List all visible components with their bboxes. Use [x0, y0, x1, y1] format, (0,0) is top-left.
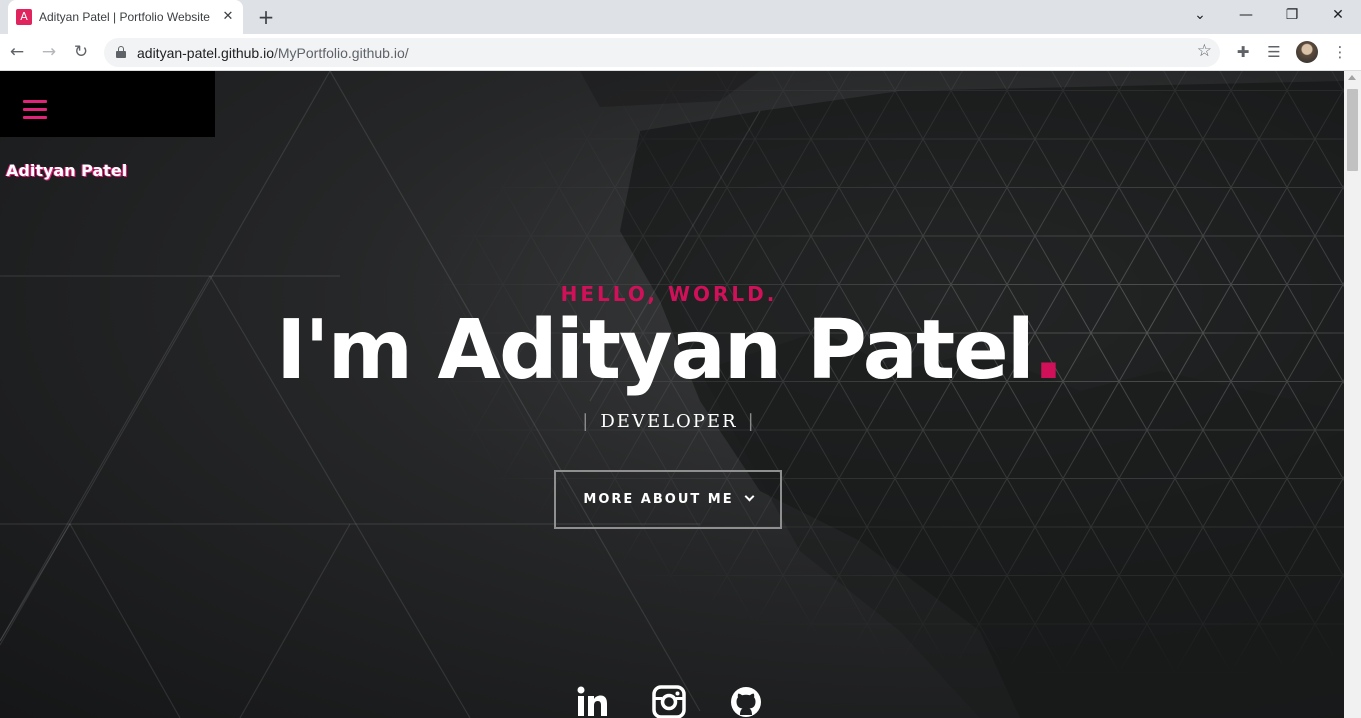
bookmark-star-icon[interactable]: ☆	[1197, 41, 1212, 61]
scroll-up-arrow-icon[interactable]	[1348, 75, 1356, 80]
address-bar[interactable]: adityan-patel.github.io/MyPortfolio.gith…	[104, 38, 1220, 67]
browser-tab[interactable]: A Adityan Patel | Portfolio Website ✕	[8, 0, 243, 34]
scrollbar-thumb[interactable]	[1347, 89, 1358, 171]
more-about-me-label: MORE ABOUT ME	[583, 492, 734, 507]
chevron-down-icon	[744, 491, 755, 502]
more-menu-icon[interactable]: ⋮	[1328, 40, 1352, 64]
tab-close-icon[interactable]: ✕	[220, 9, 236, 25]
instagram-icon[interactable]	[652, 685, 686, 718]
forward-arrow-icon[interactable]: →	[36, 39, 62, 65]
profile-avatar[interactable]	[1296, 41, 1318, 63]
maximize-button[interactable]: ❐	[1269, 0, 1315, 30]
more-about-me-button[interactable]: MORE ABOUT ME	[554, 470, 782, 529]
tab-search-icon[interactable]: ⌄	[1177, 0, 1223, 30]
role-divider-right: |	[747, 411, 756, 432]
role-text: DEVELOPER	[600, 411, 738, 432]
tab-title: Adityan Patel | Portfolio Website	[39, 10, 210, 24]
site-logo-name[interactable]: Adityan Patel	[6, 161, 127, 180]
close-window-button[interactable]: ✕	[1315, 0, 1361, 30]
url-path: /MyPortfolio.github.io/	[274, 45, 409, 61]
hero-section: Adityan Patel HELLO, WORLD. I'm Adityan …	[0, 71, 1344, 718]
menu-panel	[0, 71, 215, 137]
github-icon[interactable]	[729, 685, 763, 718]
hero-heading: I'm Adityan Patel.	[0, 303, 1338, 398]
url-text[interactable]: adityan-patel.github.io/MyPortfolio.gith…	[137, 45, 409, 61]
hero-role: | DEVELOPER |	[0, 411, 1338, 432]
linkedin-icon[interactable]	[575, 685, 609, 718]
role-divider-left: |	[582, 411, 591, 432]
new-tab-button[interactable]: +	[255, 6, 277, 28]
browser-toolbar: ← → ↻ adityan-patel.github.io/MyPortfoli…	[0, 34, 1361, 71]
media-queue-icon[interactable]: ☰	[1262, 40, 1286, 64]
page-scrollbar[interactable]	[1344, 71, 1361, 718]
extensions-puzzle-icon[interactable]: ✚	[1231, 40, 1255, 64]
reload-icon[interactable]: ↻	[68, 39, 94, 65]
url-domain: adityan-patel.github.io	[137, 45, 274, 61]
lock-icon[interactable]	[116, 46, 126, 58]
hamburger-menu-icon[interactable]	[23, 100, 47, 120]
back-arrow-icon[interactable]: ←	[4, 39, 30, 65]
hero-heading-text: I'm Adityan Patel	[275, 303, 1035, 398]
browser-tab-strip: A Adityan Patel | Portfolio Website ✕ + …	[0, 0, 1361, 34]
hero-heading-dot: .	[1032, 303, 1064, 398]
site-favicon-icon: A	[16, 9, 32, 25]
minimize-button[interactable]: —	[1223, 0, 1269, 30]
